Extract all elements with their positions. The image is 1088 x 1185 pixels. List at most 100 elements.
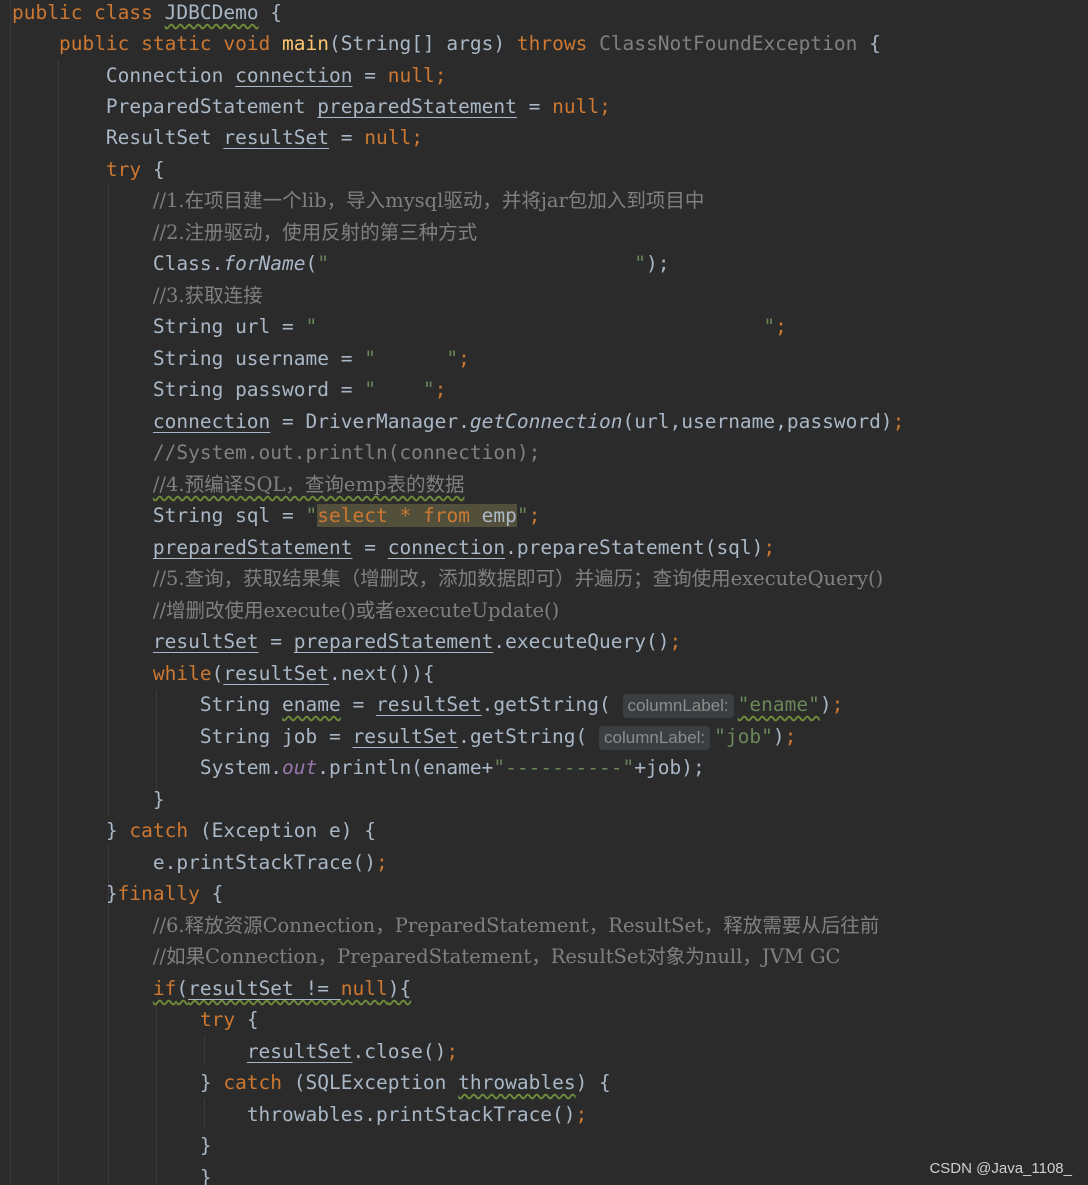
keyword: try: [105, 158, 142, 181]
code-line[interactable]: public class JDBCDemo {: [12, 0, 282, 28]
variable[interactable]: connection: [235, 64, 352, 87]
username-declaration: String username =: [152, 347, 365, 370]
code-line[interactable]: Class.forName(" ");: [12, 248, 670, 279]
code-line[interactable]: String ename = resultSet.getString( colu…: [12, 689, 843, 720]
condition: resultSet !=: [188, 977, 341, 1000]
comment: //3.获取连接: [152, 284, 263, 307]
code-line[interactable]: //2.注册驱动，使用反射的第三种方式: [12, 217, 477, 248]
catch-param: (SQLException: [293, 1071, 459, 1094]
comment: //6.释放资源Connection，PreparedStatement，Res…: [152, 914, 880, 937]
static-method[interactable]: getConnection: [470, 410, 623, 433]
keyword: try: [199, 1008, 236, 1031]
code-line[interactable]: resultSet = preparedStatement.executeQue…: [12, 626, 681, 657]
code-line[interactable]: //5.查询，获取结果集（增删改，添加数据即可）并遍历；查询使用executeQ…: [12, 563, 883, 594]
exception-type[interactable]: ClassNotFoundException: [599, 32, 857, 55]
code-line[interactable]: Connection connection = null;: [12, 60, 447, 91]
variable[interactable]: connection: [153, 410, 270, 433]
method-name[interactable]: main: [282, 32, 329, 55]
watermark: CSDN @Java_1108_: [929, 1160, 1072, 1177]
comment: //5.查询，获取结果集（增删改，添加数据即可）并遍历；查询使用executeQ…: [152, 567, 884, 590]
class-ref: Class.: [152, 252, 224, 275]
code-line[interactable]: }: [12, 784, 165, 815]
class-ref: DriverManager.: [305, 410, 470, 433]
keyword: if: [152, 977, 177, 1000]
code-line[interactable]: if(resultSet != null){: [12, 973, 411, 1004]
code-line[interactable]: //增删改使用execute()或者executeUpdate(): [12, 595, 559, 626]
method-call[interactable]: .println(ename+: [317, 756, 493, 779]
static-method[interactable]: forName: [223, 252, 305, 275]
keyword: catch: [129, 819, 189, 842]
static-field[interactable]: out: [282, 756, 317, 779]
comment: //增删改使用execute()或者executeUpdate(): [152, 599, 560, 622]
comment: //4.预编译SQL，查询emp表的数据: [152, 473, 465, 496]
keyword: null: [364, 126, 412, 149]
job-declaration: String job =: [199, 725, 353, 748]
code-line[interactable]: resultSet.close();: [12, 1036, 458, 1067]
code-line[interactable]: String job = resultSet.getString( column…: [12, 721, 796, 752]
password-declaration: String password =: [152, 378, 365, 401]
code-line[interactable]: //4.预编译SQL，查询emp表的数据: [12, 469, 465, 500]
keyword: public static void: [58, 32, 271, 55]
variable[interactable]: throwables: [458, 1071, 575, 1094]
code-line[interactable]: String username = " ";: [12, 343, 470, 374]
type-name: Connection: [105, 64, 224, 87]
method-call[interactable]: .getString(: [458, 725, 587, 748]
code-line[interactable]: }finally {: [12, 878, 223, 909]
keyword: while: [152, 662, 212, 685]
method-call[interactable]: .next()){: [329, 662, 435, 685]
code-line[interactable]: //3.获取连接: [12, 280, 263, 311]
code-line[interactable]: } catch (Exception e) {: [12, 815, 376, 846]
code-line[interactable]: PreparedStatement preparedStatement = nu…: [12, 91, 611, 122]
method-call[interactable]: throwables.printStackTrace(): [247, 1103, 576, 1126]
string-literal: "job": [714, 725, 773, 748]
keyword: null: [552, 95, 600, 118]
code-line[interactable]: }: [12, 1130, 212, 1161]
parameter-hint: columnLabel:: [599, 726, 711, 750]
code-editor[interactable]: public class JDBCDemo { public static vo…: [0, 0, 1088, 1185]
code-line[interactable]: } catch (SQLException throwables) {: [12, 1067, 611, 1098]
variable[interactable]: preparedStatement: [317, 95, 517, 118]
code-line[interactable]: e.printStackTrace();: [12, 847, 388, 878]
code-line[interactable]: while(resultSet.next()){: [12, 658, 435, 689]
method-call[interactable]: .executeQuery(): [493, 630, 669, 653]
keyword: catch: [223, 1071, 283, 1094]
keyword: finally: [117, 882, 200, 905]
code-line[interactable]: try {: [12, 1004, 259, 1035]
code-line[interactable]: System.out.println(ename+"----------"+jo…: [12, 752, 705, 783]
code-line[interactable]: //6.释放资源Connection，PreparedStatement，Res…: [12, 910, 880, 941]
code-line[interactable]: //System.out.println(connection);: [12, 437, 540, 468]
code-line[interactable]: String password = " ";: [12, 374, 447, 405]
catch-param: (Exception e) {: [199, 819, 376, 842]
args: (url,username,password): [622, 410, 893, 433]
variable[interactable]: ename: [282, 693, 341, 716]
code-line[interactable]: try {: [12, 154, 165, 185]
method-call[interactable]: .close(): [352, 1040, 446, 1063]
code-line[interactable]: }: [12, 1162, 212, 1185]
type-name: ResultSet: [105, 126, 212, 149]
code-line[interactable]: String url = " ";: [12, 311, 787, 342]
type-name: PreparedStatement: [105, 95, 306, 118]
code-line[interactable]: public static void main(String[] args) t…: [12, 28, 881, 59]
comment: //如果Connection，PreparedStatement，ResultS…: [152, 945, 841, 968]
parameter-hint: columnLabel:: [622, 694, 734, 718]
keyword: throws: [516, 32, 588, 55]
code-line[interactable]: //如果Connection，PreparedStatement，ResultS…: [12, 941, 841, 972]
code-line[interactable]: throwables.printStackTrace();: [12, 1099, 587, 1130]
keyword: null: [340, 977, 388, 1000]
class-name[interactable]: JDBCDemo: [165, 1, 259, 24]
comment: //System.out.println(connection);: [152, 441, 541, 464]
params: (String[] args): [329, 32, 506, 55]
variable[interactable]: resultSet: [223, 126, 329, 149]
method-call[interactable]: .prepareStatement(sql): [505, 536, 763, 559]
code-text: +job);: [634, 756, 705, 779]
keyword: public class: [12, 1, 153, 24]
comment: //2.注册驱动，使用反射的第三种方式: [152, 221, 478, 244]
code-line[interactable]: preparedStatement = connection.prepareSt…: [12, 532, 775, 563]
code-line[interactable]: ResultSet resultSet = null;: [12, 122, 423, 153]
method-call[interactable]: e.printStackTrace(): [153, 851, 376, 874]
method-call[interactable]: .getString(: [482, 693, 611, 716]
code-line[interactable]: //1.在项目建一个lib，导入mysql驱动，并将jar包加入到项目中: [12, 185, 704, 216]
code-line[interactable]: String sql = "select * from emp";: [12, 500, 540, 531]
code-line[interactable]: connection = DriverManager.getConnection…: [12, 406, 904, 437]
editor-gutter: [0, 0, 11, 1185]
